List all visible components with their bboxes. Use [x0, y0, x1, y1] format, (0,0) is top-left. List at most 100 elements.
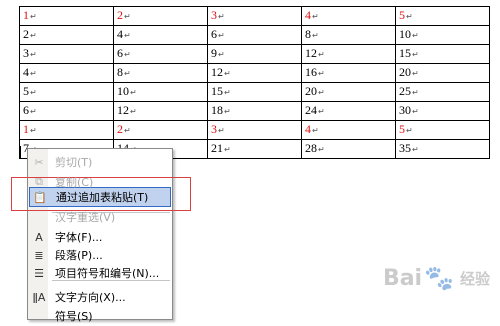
menu-item-symbol[interactable]: 符号(S): [29, 306, 171, 326]
table-cell[interactable]: 21↵: [207, 139, 302, 159]
table-cell[interactable]: 6↵: [19, 101, 114, 121]
table-cell[interactable]: 4↵: [19, 63, 114, 83]
menu-item-label: 字体(F)...: [55, 231, 103, 244]
cell-end-mark: ↵: [224, 69, 231, 78]
table-cell[interactable]: 5↵: [19, 82, 114, 102]
menu-item-paragraph[interactable]: ≣ 段落(P)...: [29, 245, 171, 265]
cell-value: 1: [23, 122, 29, 136]
cell-value: 6: [211, 27, 217, 41]
cell-value: 18: [211, 103, 223, 117]
table-cell[interactable]: 4↵: [301, 6, 396, 26]
cell-end-mark: ↵: [412, 88, 419, 97]
bullets-icon: ☰: [34, 266, 44, 280]
table-cell[interactable]: 12↵: [113, 101, 208, 121]
cell-value: 6: [23, 103, 29, 117]
table-cell[interactable]: 5↵: [395, 120, 490, 140]
table-cell[interactable]: 1↵: [19, 6, 114, 26]
cell-end-mark: ↵: [30, 12, 37, 21]
watermark-suffix: 经验: [459, 269, 490, 288]
cell-value: 4: [23, 65, 29, 79]
cell-value: 20: [399, 65, 411, 79]
table-cell[interactable]: 15↵: [207, 82, 302, 102]
cell-end-mark: ↵: [224, 145, 231, 154]
cell-end-mark: ↵: [318, 145, 325, 154]
table-cell[interactable]: 15↵: [395, 44, 490, 64]
cell-end-mark: ↵: [224, 88, 231, 97]
menu-item-label: 通过追加表粘贴(T): [56, 191, 149, 204]
cell-value: 12: [211, 65, 223, 79]
table-cell[interactable]: 3↵: [207, 6, 302, 26]
cell-end-mark: ↵: [318, 107, 325, 116]
menu-item-cut[interactable]: ✂ 剪切(T): [29, 152, 171, 172]
cell-end-mark: ↵: [124, 69, 131, 78]
table-cell[interactable]: 18↵: [207, 101, 302, 121]
context-menu[interactable]: ✂ 剪切(T) ⧉ 复制(C) 📋 通过追加表粘贴(T) 汉字重选(V) A 字体(F)... ≣…: [27, 148, 173, 323]
text-cursor: [19, 146, 21, 159]
table-cell[interactable]: 3↵: [19, 44, 114, 64]
table-cell[interactable]: 3↵: [207, 120, 302, 140]
cell-value: 28: [305, 141, 317, 155]
table-cell[interactable]: 8↵: [113, 63, 208, 83]
table-cell[interactable]: 4↵: [301, 120, 396, 140]
cell-end-mark: ↵: [30, 69, 37, 78]
table-cell[interactable]: 12↵: [207, 63, 302, 83]
table-cell[interactable]: 6↵: [207, 25, 302, 45]
table-row: 4↵ 8↵ 12↵ 16↵ 20↵: [19, 63, 490, 83]
cell-value: 15: [211, 84, 223, 98]
cell-value: 30: [399, 103, 411, 117]
table-cell[interactable]: 35↵: [395, 139, 490, 159]
cell-value: 3: [23, 46, 29, 60]
table-cell[interactable]: 2↵: [19, 25, 114, 45]
cell-value: 3: [211, 8, 217, 22]
table-cell[interactable]: 6↵: [113, 44, 208, 64]
cell-end-mark: ↵: [124, 50, 131, 59]
cell-end-mark: ↵: [412, 50, 419, 59]
table-cell[interactable]: 2↵: [113, 120, 208, 140]
menu-item-bullets-numbering[interactable]: ☰ 项目符号和编号(N)...: [29, 263, 171, 283]
cell-end-mark: ↵: [318, 50, 325, 59]
baidu-watermark: Bai 🐾 经验: [383, 264, 490, 292]
cell-value: 2: [23, 27, 29, 41]
table-cell[interactable]: 2↵: [113, 6, 208, 26]
table-cell[interactable]: 10↵: [113, 82, 208, 102]
cell-end-mark: ↵: [218, 126, 225, 135]
cell-end-mark: ↵: [130, 107, 137, 116]
table-cell[interactable]: 9↵: [207, 44, 302, 64]
font-icon: A: [35, 230, 43, 244]
cell-value: 5: [399, 8, 405, 22]
cell-end-mark: ↵: [124, 31, 131, 40]
menu-item-font[interactable]: A 字体(F)...: [29, 227, 171, 247]
table-cell[interactable]: 12↵: [301, 44, 396, 64]
cell-value: 5: [23, 84, 29, 98]
table-cell[interactable]: 25↵: [395, 82, 490, 102]
table-cell[interactable]: 16↵: [301, 63, 396, 83]
cell-end-mark: ↵: [130, 88, 137, 97]
cell-value: 4: [305, 8, 311, 22]
cell-end-mark: ↵: [318, 88, 325, 97]
cell-value: 15: [399, 46, 411, 60]
table-cell[interactable]: 20↵: [301, 82, 396, 102]
watermark-text: Bai: [382, 265, 423, 291]
menu-item-text-direction[interactable]: ǁA 文字方向(X)...: [29, 287, 171, 307]
paw-icon: 🐾: [424, 264, 454, 292]
menu-item-label: 剪切(T): [55, 156, 93, 169]
table-cell[interactable]: 28↵: [301, 139, 396, 159]
cell-value: 25: [399, 84, 411, 98]
cell-end-mark: ↵: [318, 69, 325, 78]
table-cell[interactable]: 20↵: [395, 63, 490, 83]
cell-value: 5: [399, 122, 405, 136]
table-cell[interactable]: 4↵: [113, 25, 208, 45]
table-cell[interactable]: 1↵: [19, 120, 114, 140]
blank-icon: [29, 306, 49, 326]
cell-end-mark: ↵: [406, 126, 413, 135]
table-cell[interactable]: 10↵: [395, 25, 490, 45]
cell-end-mark: ↵: [218, 50, 225, 59]
table-cell[interactable]: 8↵: [301, 25, 396, 45]
document-table[interactable]: 1↵ 2↵ 3↵ 4↵ 5↵ 2↵ 4↵ 6↵ 8↵ 10↵ 3↵ 6↵ 9↵ 12↵ 15↵ 4↵ 8↵ 12↵…: [19, 6, 490, 159]
table-cell[interactable]: 30↵: [395, 101, 490, 121]
table-cell[interactable]: 24↵: [301, 101, 396, 121]
table-cell[interactable]: 5↵: [395, 6, 490, 26]
cell-value: 8: [305, 27, 311, 41]
cell-end-mark: ↵: [218, 31, 225, 40]
menu-item-label: 项目符号和编号(N)...: [55, 267, 160, 280]
